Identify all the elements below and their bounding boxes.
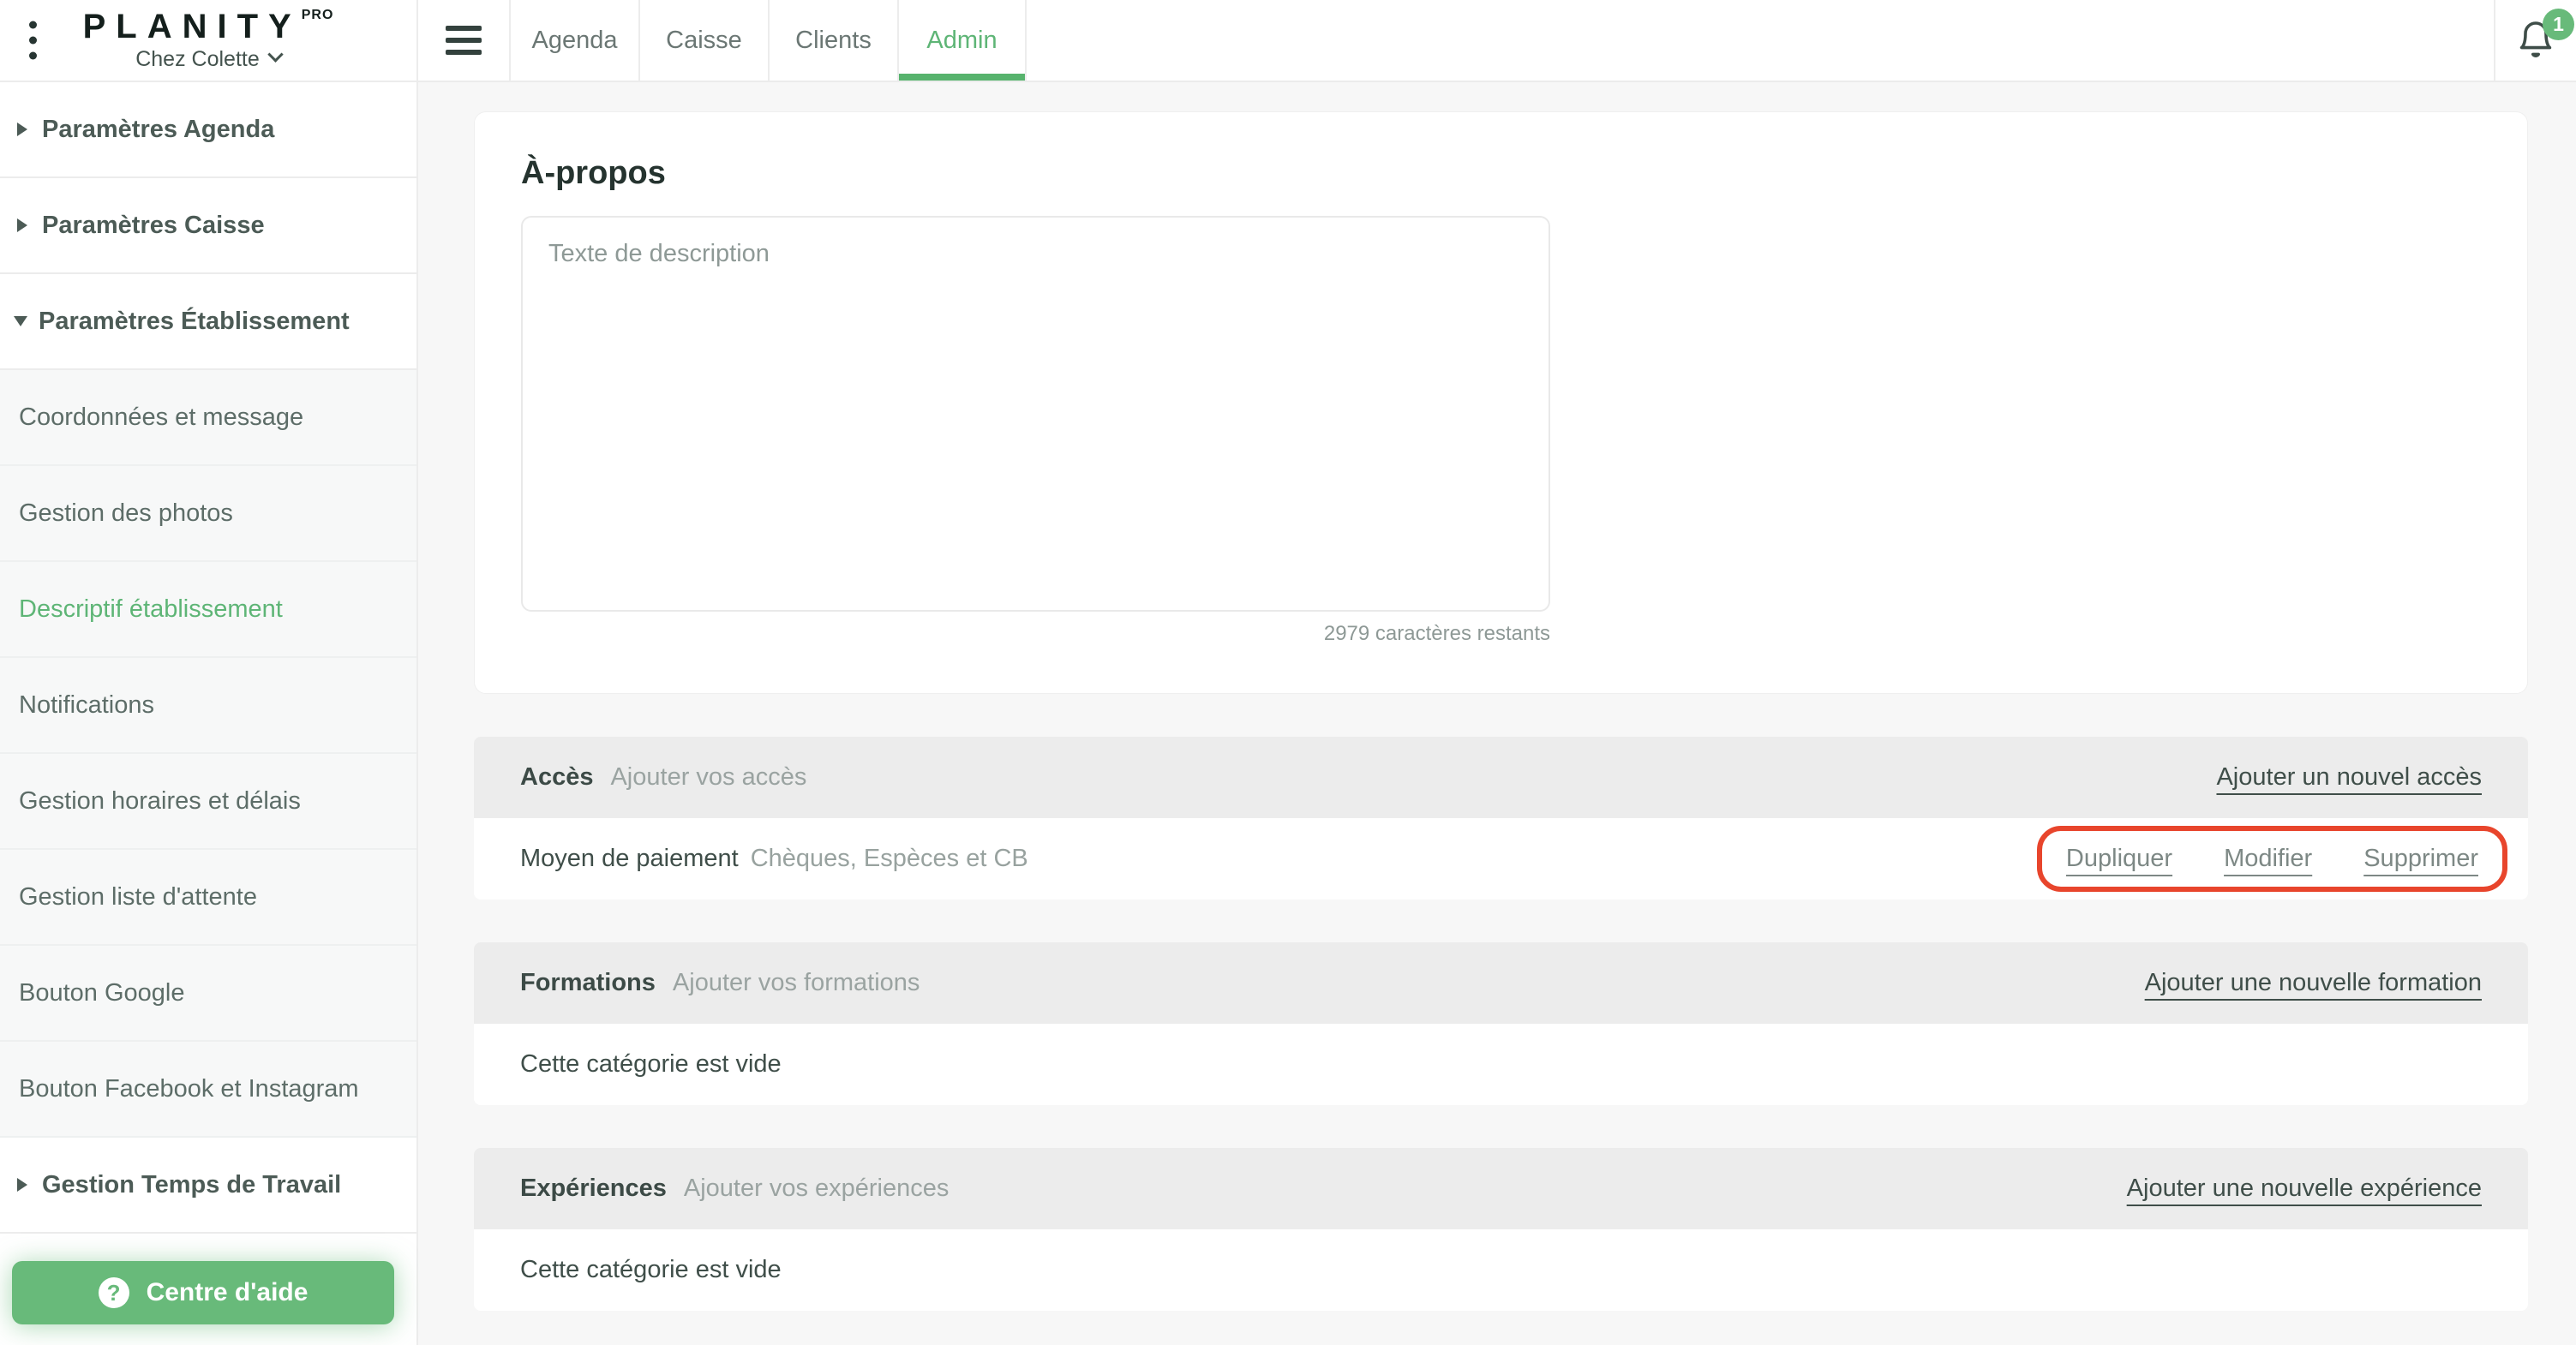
account-name: Chez Colette [135,46,260,71]
access-row-value: Chèques, Espèces et CB [750,845,1028,872]
tab-admin[interactable]: Admin [897,0,1027,81]
section-formations: Formations Ajouter vos formations Ajoute… [474,942,2528,1105]
logo-block: PLANITY PRO Chez Colette [0,0,418,81]
sidebar-item-bouton-google[interactable]: Bouton Google [0,946,416,1042]
caret-down-icon [14,316,27,326]
edit-link[interactable]: Modifier [2224,845,2312,873]
add-formation-link[interactable]: Ajouter une nouvelle formation [2145,969,2482,997]
sidebar-item-label: Paramètres Caisse [42,211,265,239]
section-subtitle: Ajouter vos formations [672,969,920,996]
sidebar-item-gestion-horaires-et-delais[interactable]: Gestion horaires et délais [0,754,416,850]
sidebar-item-coordonnees-et-message[interactable]: Coordonnées et message [0,370,416,466]
help-center-button[interactable]: ? Centre d'aide [12,1261,394,1324]
add-experience-link[interactable]: Ajouter une nouvelle expérience [2127,1175,2482,1203]
sidebar-item-label: Paramètres Agenda [42,115,275,143]
sidebar-item-gestion-temps-de-travail[interactable]: Gestion Temps de Travail [0,1138,416,1234]
section-acces-header: Accès Ajouter vos accès Ajouter un nouve… [474,737,2528,818]
access-row-name: Moyen de paiement [520,845,739,872]
main-content: À-propos 2979 caractères restants Accès … [420,82,2576,1345]
sidebar-item-label: Notifications [19,690,154,719]
sidebar-item-label: Paramètres Établissement [39,307,350,335]
duplicate-link[interactable]: Dupliquer [2066,845,2172,873]
sidebar-item-label: Gestion Temps de Travail [42,1170,342,1199]
delete-link[interactable]: Supprimer [2363,845,2478,873]
section-title: Accès [520,763,594,791]
section-experiences-header: Expériences Ajouter vos expériences Ajou… [474,1148,2528,1229]
sidebar-item-bouton-facebook-instagram[interactable]: Bouton Facebook et Instagram [0,1042,416,1138]
characters-remaining: 2979 caractères restants [1323,622,1550,645]
sidebar-item-gestion-des-photos[interactable]: Gestion des photos [0,466,416,562]
sidebar-item-parametres-agenda[interactable]: Paramètres Agenda [0,82,416,178]
section-subtitle: Ajouter vos accès [610,763,807,791]
help-center-label: Centre d'aide [146,1278,309,1306]
notifications-zone: 1 [2494,0,2576,81]
caret-right-icon [17,123,27,136]
kebab-menu-icon[interactable] [26,18,40,63]
section-formations-header: Formations Ajouter vos formations Ajoute… [474,942,2528,1024]
sidebar-item-label: Gestion des photos [19,499,233,527]
sidebar-item-label: Gestion horaires et délais [19,786,301,815]
notifications-button[interactable]: 1 [2515,9,2574,61]
section-title: Formations [520,969,656,996]
caret-right-icon [17,1178,27,1192]
caret-right-icon [17,218,27,232]
section-acces: Accès Ajouter vos accès Ajouter un nouve… [474,737,2528,900]
access-row-actions-highlight: Dupliquer Modifier Supprimer [2036,826,2507,892]
tab-clients[interactable]: Clients [768,0,897,81]
account-switcher[interactable]: Chez Colette [135,45,284,72]
sidebar: Paramètres Agenda Paramètres Caisse Para… [0,82,418,1345]
sidebar-item-label: Bouton Facebook et Instagram [19,1074,359,1103]
sidebar-item-parametres-caisse[interactable]: Paramètres Caisse [0,178,416,274]
sidebar-item-label: Bouton Google [19,978,185,1007]
sidebar-item-gestion-liste-attente[interactable]: Gestion liste d'attente [0,850,416,946]
sidebar-item-label: Descriptif établissement [19,595,283,623]
sidebar-item-parametres-etablissement[interactable]: Paramètres Établissement [0,274,416,370]
question-mark-icon: ? [98,1277,129,1308]
brand-name: PLANITY [82,7,302,45]
page-title: À-propos [521,155,666,191]
hamburger-menu-icon [446,26,482,55]
section-title: Expériences [520,1175,667,1202]
tab-agenda[interactable]: Agenda [509,0,638,81]
tab-caisse[interactable]: Caisse [638,0,768,81]
topbar: PLANITY PRO Chez Colette Agenda Caisse C… [0,0,2576,82]
sidebar-item-notifications[interactable]: Notifications [0,658,416,754]
sidebar-item-descriptif-etablissement[interactable]: Descriptif établissement [0,562,416,658]
notification-badge: 1 [2543,9,2574,40]
chevron-down-icon [267,45,284,63]
experiences-empty-state: Cette catégorie est vide [474,1229,2528,1311]
formations-empty-state: Cette catégorie est vide [474,1024,2528,1105]
description-textarea[interactable] [521,216,1550,612]
main-nav-tabs: Agenda Caisse Clients Admin [509,0,1027,81]
brand-logo: PLANITY PRO Chez Colette [82,7,334,72]
sidebar-item-label: Coordonnées et message [19,403,304,431]
access-row-moyen-de-paiement: Moyen de paiement Chèques, Espèces et CB… [474,818,2528,900]
brand-suffix: PRO [301,7,334,22]
section-subtitle: Ajouter vos expériences [683,1175,950,1202]
section-experiences: Expériences Ajouter vos expériences Ajou… [474,1148,2528,1311]
sidebar-item-label: Gestion liste d'attente [19,882,257,911]
hamburger-menu-button[interactable] [418,0,509,81]
add-access-link[interactable]: Ajouter un nouvel accès [2216,763,2482,792]
about-card: À-propos 2979 caractères restants [474,111,2528,694]
